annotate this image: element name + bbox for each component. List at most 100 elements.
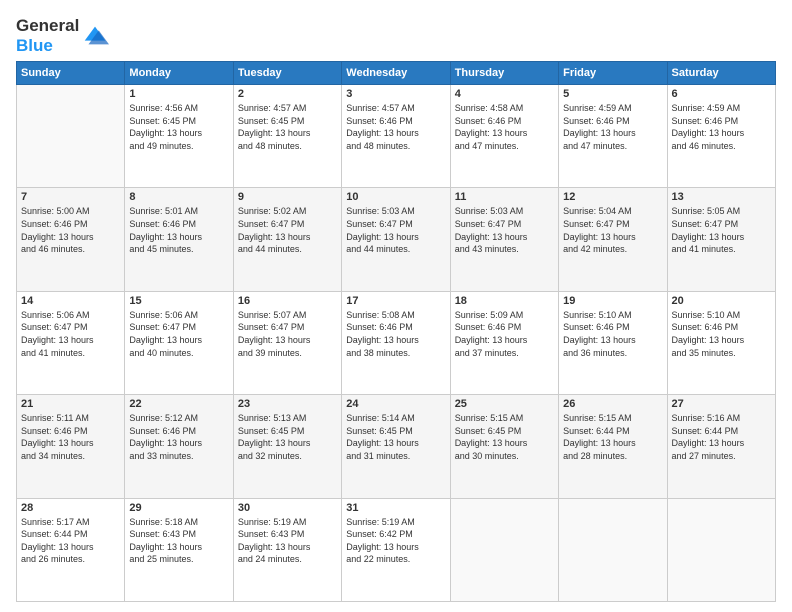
day-number: 7 bbox=[21, 191, 120, 203]
daylight-line2: and 35 minutes. bbox=[672, 348, 736, 358]
daylight-line1: Daylight: 13 hours bbox=[238, 542, 311, 552]
sunrise-text: Sunrise: 4:56 AM bbox=[129, 103, 198, 113]
day-number: 8 bbox=[129, 191, 228, 203]
sunrise-text: Sunrise: 5:12 AM bbox=[129, 413, 198, 423]
daylight-line1: Daylight: 13 hours bbox=[346, 232, 419, 242]
daylight-line2: and 24 minutes. bbox=[238, 554, 302, 564]
calendar-cell: 16Sunrise: 5:07 AMSunset: 6:47 PMDayligh… bbox=[233, 291, 341, 394]
sunrise-text: Sunrise: 5:07 AM bbox=[238, 310, 307, 320]
day-number: 20 bbox=[672, 295, 771, 307]
calendar-cell: 4Sunrise: 4:58 AMSunset: 6:46 PMDaylight… bbox=[450, 85, 558, 188]
sunset-text: Sunset: 6:46 PM bbox=[21, 219, 88, 229]
daylight-line2: and 42 minutes. bbox=[563, 244, 627, 254]
calendar-cell: 3Sunrise: 4:57 AMSunset: 6:46 PMDaylight… bbox=[342, 85, 450, 188]
weekday-header-row: SundayMondayTuesdayWednesdayThursdayFrid… bbox=[17, 62, 776, 85]
day-number: 27 bbox=[672, 398, 771, 410]
sunset-text: Sunset: 6:47 PM bbox=[21, 322, 88, 332]
daylight-line1: Daylight: 13 hours bbox=[238, 335, 311, 345]
sunset-text: Sunset: 6:45 PM bbox=[238, 426, 305, 436]
daylight-line1: Daylight: 13 hours bbox=[238, 438, 311, 448]
page: General Blue SundayMondayTuesdayWednesda… bbox=[0, 0, 792, 612]
sunset-text: Sunset: 6:46 PM bbox=[563, 322, 630, 332]
calendar-cell: 13Sunrise: 5:05 AMSunset: 6:47 PMDayligh… bbox=[667, 188, 775, 291]
daylight-line1: Daylight: 13 hours bbox=[129, 542, 202, 552]
week-row-2: 7Sunrise: 5:00 AMSunset: 6:46 PMDaylight… bbox=[17, 188, 776, 291]
day-number: 21 bbox=[21, 398, 120, 410]
calendar-cell: 7Sunrise: 5:00 AMSunset: 6:46 PMDaylight… bbox=[17, 188, 125, 291]
calendar-cell bbox=[17, 85, 125, 188]
calendar-cell: 20 Sunrise: 5:10 AMSunset: 6:46 PMDayligh… bbox=[667, 291, 775, 394]
daylight-line2: and 41 minutes. bbox=[21, 348, 85, 358]
weekday-header-wednesday: Wednesday bbox=[342, 62, 450, 85]
daylight-line1: Daylight: 13 hours bbox=[129, 438, 202, 448]
daylight-line1: Daylight: 13 hours bbox=[21, 232, 94, 242]
daylight-line2: and 31 minutes. bbox=[346, 451, 410, 461]
sunrise-text: Sunrise: 5:17 AM bbox=[21, 517, 90, 527]
calendar-cell: 17 Sunrise: 5:08 AMSunset: 6:46 PMDayligh… bbox=[342, 291, 450, 394]
week-row-1: 1Sunrise: 4:56 AMSunset: 6:45 PMDaylight… bbox=[17, 85, 776, 188]
daylight-line2: and 30 minutes. bbox=[455, 451, 519, 461]
daylight-line1: Daylight: 13 hours bbox=[455, 438, 528, 448]
logo: General Blue bbox=[16, 16, 109, 55]
day-number: 24 bbox=[346, 398, 445, 410]
day-number: 5 bbox=[563, 88, 662, 100]
calendar-cell: 27Sunrise: 5:16 AMSunset: 6:44 PMDayligh… bbox=[667, 395, 775, 498]
daylight-line2: and 47 minutes. bbox=[563, 141, 627, 151]
calendar-cell: 9Sunrise: 5:02 AMSunset: 6:47 PMDaylight… bbox=[233, 188, 341, 291]
sunset-text: Sunset: 6:46 PM bbox=[346, 322, 413, 332]
calendar-cell: 1Sunrise: 4:56 AMSunset: 6:45 PMDaylight… bbox=[125, 85, 233, 188]
day-info: Sunrise: 5:18 AMSunset: 6:43 PMDaylight:… bbox=[129, 516, 228, 566]
day-info: Sunrise: 5:08 AMSunset: 6:46 PMDaylight:… bbox=[346, 309, 445, 359]
daylight-line2: and 47 minutes. bbox=[455, 141, 519, 151]
sunset-text: Sunset: 6:44 PM bbox=[21, 529, 88, 539]
sunset-text: Sunset: 6:46 PM bbox=[563, 116, 630, 126]
weekday-header-sunday: Sunday bbox=[17, 62, 125, 85]
day-info: Sunrise: 5:11 AMSunset: 6:46 PMDaylight:… bbox=[21, 412, 120, 462]
logo-general: General bbox=[16, 16, 79, 35]
day-number: 2 bbox=[238, 88, 337, 100]
day-info: Sunrise: 5:10 AMSunset: 6:46 PMDaylight:… bbox=[563, 309, 662, 359]
day-number: 23 bbox=[238, 398, 337, 410]
sunset-text: Sunset: 6:45 PM bbox=[346, 426, 413, 436]
daylight-line1: Daylight: 13 hours bbox=[21, 335, 94, 345]
day-number: 30 bbox=[238, 502, 337, 514]
sunrise-text: Sunrise: 5:10 AM bbox=[563, 310, 632, 320]
daylight-line2: and 41 minutes. bbox=[672, 244, 736, 254]
day-info: Sunrise: 4:59 AMSunset: 6:46 PMDaylight:… bbox=[563, 102, 662, 152]
day-number: 6 bbox=[672, 88, 771, 100]
calendar-cell: 21 Sunrise: 5:11 AMSunset: 6:46 PMDayligh… bbox=[17, 395, 125, 498]
sunset-text: Sunset: 6:46 PM bbox=[129, 426, 196, 436]
day-number: 17 bbox=[346, 295, 445, 307]
calendar-cell: 10 Sunrise: 5:03 AMSunset: 6:47 PMDayligh… bbox=[342, 188, 450, 291]
sunset-text: Sunset: 6:47 PM bbox=[672, 219, 739, 229]
daylight-line1: Daylight: 13 hours bbox=[455, 335, 528, 345]
sunrise-text: Sunrise: 5:06 AM bbox=[129, 310, 198, 320]
daylight-line2: and 27 minutes. bbox=[672, 451, 736, 461]
day-number: 28 bbox=[21, 502, 120, 514]
day-number: 10 bbox=[346, 191, 445, 203]
daylight-line1: Daylight: 13 hours bbox=[563, 438, 636, 448]
sunrise-text: Sunrise: 5:14 AM bbox=[346, 413, 415, 423]
daylight-line2: and 48 minutes. bbox=[238, 141, 302, 151]
calendar-cell: 22Sunrise: 5:12 AMSunset: 6:46 PMDayligh… bbox=[125, 395, 233, 498]
week-row-5: 28 Sunrise: 5:17 AM Sunset: 6:44 PM Dayligh… bbox=[17, 498, 776, 601]
day-number: 1 bbox=[129, 88, 228, 100]
sunrise-text: Sunrise: 5:15 AM bbox=[563, 413, 632, 423]
sunset-text: Sunset: 6:46 PM bbox=[672, 322, 739, 332]
weekday-header-monday: Monday bbox=[125, 62, 233, 85]
day-info: Sunrise: 5:10 AMSunset: 6:46 PMDaylight:… bbox=[672, 309, 771, 359]
daylight-line1: Daylight: 13 hours bbox=[563, 128, 636, 138]
sunrise-text: Sunrise: 5:13 AM bbox=[238, 413, 307, 423]
day-info: Sunrise: 5:05 AMSunset: 6:47 PMDaylight:… bbox=[672, 205, 771, 255]
calendar-cell: 11Sunrise: 5:03 AMSunset: 6:47 PMDayligh… bbox=[450, 188, 558, 291]
sunrise-text: Sunrise: 5:15 AM bbox=[455, 413, 524, 423]
sunrise-text: Sunrise: 5:19 AM bbox=[346, 517, 415, 527]
daylight-line2: and 48 minutes. bbox=[346, 141, 410, 151]
week-row-3: 14Sunrise: 5:06 AMSunset: 6:47 PMDayligh… bbox=[17, 291, 776, 394]
daylight-line2: and 37 minutes. bbox=[455, 348, 519, 358]
daylight-line2: and 43 minutes. bbox=[455, 244, 519, 254]
daylight-line2: and 45 minutes. bbox=[129, 244, 193, 254]
daylight-line1: Daylight: 13 hours bbox=[238, 128, 311, 138]
day-info: Sunrise: 5:03 AMSunset: 6:47 PMDaylight:… bbox=[346, 205, 445, 255]
sunset-text: Sunset: 6:46 PM bbox=[455, 322, 522, 332]
